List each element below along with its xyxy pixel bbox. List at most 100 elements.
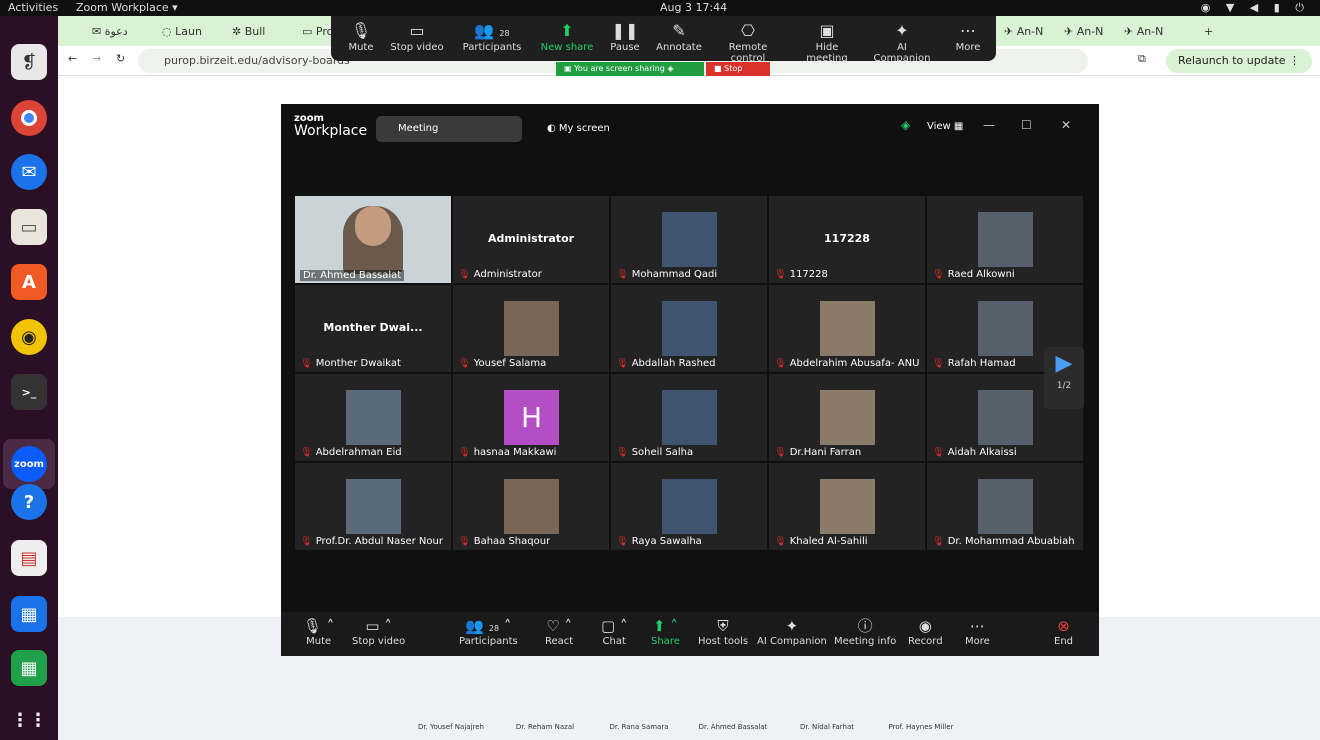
close-icon[interactable]: ✕ xyxy=(1061,118,1071,132)
extensions-icon[interactable]: ⧉ xyxy=(1138,52,1146,66)
stop-share-button[interactable]: ■ Stop share xyxy=(706,62,770,87)
board-member-name[interactable]: Dr. Reham Nazal xyxy=(500,723,590,731)
meeting-info-button[interactable]: ⓘ Meeting info xyxy=(834,616,896,647)
participant-tile[interactable]: 🎙 Mohammad Qadi xyxy=(611,196,767,283)
muted-mic-icon: 🎙 xyxy=(300,447,313,458)
ai-companion-button[interactable]: ✦ AI Companion xyxy=(757,616,827,647)
more-button[interactable]: ⋯ More xyxy=(965,616,990,647)
participant-tile[interactable]: 🎙 Prof.Dr. Abdul Naser Nour xyxy=(295,463,451,550)
activities-button[interactable]: Activities xyxy=(8,1,58,14)
stop-video-button[interactable]: ▭ ˄ Stop video xyxy=(352,616,405,647)
zoom-meeting-window: zoom Workplace Meeting ◐ My screen ◈ View… xyxy=(281,104,1099,656)
browser-tab[interactable]: ✈ An-N xyxy=(1118,21,1168,43)
end-meeting-button[interactable]: ⊗ End xyxy=(1054,616,1073,647)
participant-tile[interactable]: 🎙 Soheil Salha xyxy=(611,374,767,461)
participant-name: Administrator xyxy=(473,269,542,280)
participant-tile[interactable]: Dr. Ahmed Bassalat xyxy=(295,196,451,283)
browser-tab[interactable]: ✈ An-N xyxy=(1058,21,1108,43)
more-button[interactable]: ⋯ More xyxy=(951,16,985,61)
participant-name-label: 🎙 Abdallah Rashed xyxy=(616,358,715,369)
system-tray-icons[interactable]: ◉ ▼ ◀ ▮ ⏻ xyxy=(1201,1,1310,15)
zoom-icon[interactable]: zoom xyxy=(11,446,47,482)
muted-mic-icon: 🎙 xyxy=(458,447,471,458)
rhythmbox-icon[interactable]: ◉ xyxy=(11,319,47,355)
app-center-icon[interactable]: A xyxy=(11,264,47,300)
encryption-shield-icon[interactable]: ◈ xyxy=(901,118,910,132)
chrome-icon[interactable] xyxy=(11,100,47,136)
browser-tab[interactable]: ▭ Pro xyxy=(296,21,336,43)
browser-tab[interactable]: ✲ Bull xyxy=(226,21,286,43)
participant-tile[interactable]: 🎙 Raed Alkowni xyxy=(927,196,1083,283)
participant-tile[interactable]: 🎙 Abdallah Rashed xyxy=(611,285,767,372)
participant-tile[interactable]: 🎙 Yousef Salama xyxy=(453,285,609,372)
ai-companion-button[interactable]: ✦ AI Companion xyxy=(869,16,935,64)
participant-name: Khaled Al-Sahili xyxy=(789,536,868,547)
browser-tab[interactable]: ✉ دعوة xyxy=(86,21,146,43)
participant-tile[interactable]: 🎙 Bahaa Shaqour xyxy=(453,463,609,550)
participant-tile[interactable]: 🎙 Abdelrahman Eid xyxy=(295,374,451,461)
participant-photo xyxy=(978,479,1033,534)
view-button[interactable]: View ▦ xyxy=(927,121,963,132)
dock-app-icon[interactable]: ❡ xyxy=(11,44,47,80)
participant-name-label: 🎙 Khaled Al-Sahili xyxy=(774,536,868,547)
maximize-icon[interactable]: ☐ xyxy=(1021,118,1032,132)
host-tools-button[interactable]: ⛨ Host tools xyxy=(698,616,748,647)
board-member-name[interactable]: Dr. Ahmed Bassalat xyxy=(688,723,778,731)
reload-icon[interactable]: ↻ xyxy=(116,52,125,65)
terminal-icon[interactable]: >_ xyxy=(11,374,47,410)
meeting-tab[interactable]: Meeting xyxy=(376,116,522,142)
react-button[interactable]: ♡ ˄ React xyxy=(545,616,573,647)
help-icon[interactable]: ? xyxy=(11,484,47,520)
mute-button[interactable]: 🎙 Mute xyxy=(341,16,381,61)
writer-icon[interactable]: ▦ xyxy=(11,596,47,632)
browser-tab[interactable]: ✈ An-N xyxy=(998,21,1048,43)
participant-name-label: 🎙 Abdelrahim Abusafa- ANU xyxy=(774,358,919,369)
participant-tile[interactable]: 🎙 Abdelrahim Abusafa- ANU xyxy=(769,285,925,372)
clock[interactable]: Aug 3 17:44 xyxy=(660,1,727,14)
board-member-name[interactable]: Dr. Yousef Najajreh xyxy=(406,723,496,731)
annotate-button[interactable]: ✎ Annotate xyxy=(655,16,703,61)
participant-name: hasnaa Makkawi xyxy=(473,447,557,458)
participant-tile[interactable]: 🎙 Dr.Hani Farran xyxy=(769,374,925,461)
participants-button[interactable]: 👥 28 Participants xyxy=(459,16,525,61)
participant-name-label: 🎙 Dr. Mohammad Abuabiah xyxy=(932,536,1075,547)
files-icon[interactable]: ▭ xyxy=(11,209,47,245)
stop-video-button[interactable]: ▭ Stop video xyxy=(389,16,445,61)
remote-control-button[interactable]: ⎔ Remote control xyxy=(713,16,783,64)
participant-tile[interactable]: 117228 🎙 117228 xyxy=(769,196,925,283)
participant-tile[interactable]: H 🎙 hasnaa Makkawi xyxy=(453,374,609,461)
participant-name-label: 🎙 Mohammad Qadi xyxy=(616,269,717,280)
thunderbird-icon[interactable]: ✉ xyxy=(11,154,47,190)
app-menu[interactable]: Zoom Workplace ▾ xyxy=(76,1,178,14)
participant-tile[interactable]: Monther Dwai... 🎙 Monther Dwaikat xyxy=(295,285,451,372)
back-icon[interactable]: ← xyxy=(68,52,77,65)
board-member-name[interactable]: Prof. Haynes Miller xyxy=(876,723,966,731)
chat-button[interactable]: ▢ ˄ Chat xyxy=(601,616,627,647)
new-share-button[interactable]: ⬆ New share xyxy=(539,16,595,61)
new-tab-button[interactable]: + xyxy=(1198,21,1218,43)
browser-tab[interactable]: ◌ Laun xyxy=(156,21,216,43)
share-button[interactable]: ⬆ ˄ Share xyxy=(651,616,680,647)
participant-tile[interactable]: 🎙 Khaled Al-Sahili xyxy=(769,463,925,550)
document-viewer-icon[interactable]: ▤ xyxy=(11,540,47,576)
participant-name: Abdelrahman Eid xyxy=(315,447,402,458)
show-apps-icon[interactable]: ⋮⋮ xyxy=(11,702,47,738)
participant-name-label: 🎙 Raya Sawalha xyxy=(616,536,702,547)
hide-meeting-button[interactable]: ▣ Hide meeting xyxy=(795,16,859,64)
mute-button[interactable]: 🎙 ˄ Mute xyxy=(303,616,334,647)
relaunch-button[interactable]: Relaunch to update ⋮ xyxy=(1166,49,1312,73)
minimize-icon[interactable]: — xyxy=(983,118,995,132)
pause-share-button[interactable]: ❚❚ Pause xyxy=(607,16,643,61)
participant-tile[interactable]: 🎙 Raya Sawalha xyxy=(611,463,767,550)
next-page-button[interactable]: ▶ 1/2 xyxy=(1044,347,1084,409)
record-button[interactable]: ◉ Record xyxy=(908,616,943,647)
end-icon: ⊗ xyxy=(1057,617,1070,635)
my-screen-tab[interactable]: ◐ My screen xyxy=(547,123,610,134)
participant-tile[interactable]: 🎙 Dr. Mohammad Abuabiah xyxy=(927,463,1083,550)
calc-icon[interactable]: ▦ xyxy=(11,650,47,686)
board-member-name[interactable]: Dr. Rana Samara xyxy=(594,723,684,731)
board-member-name[interactable]: Dr. Nidal Farhat xyxy=(782,723,872,731)
participant-tile[interactable]: Administrator 🎙 Administrator xyxy=(453,196,609,283)
forward-icon[interactable]: → xyxy=(92,52,101,65)
participants-button[interactable]: 👥 28 ˄ Participants xyxy=(459,616,518,647)
